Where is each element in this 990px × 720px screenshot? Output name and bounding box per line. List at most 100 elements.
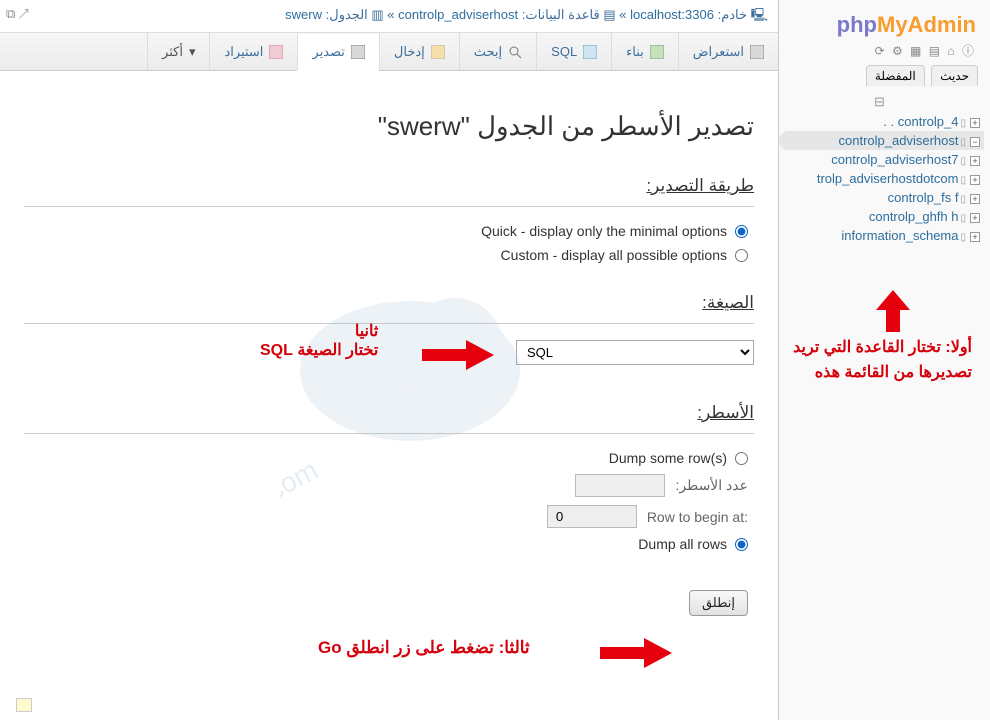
tab-insert[interactable]: إدخال bbox=[379, 33, 459, 70]
section-head-method: طريقة التصدير: bbox=[24, 176, 754, 196]
import-icon bbox=[269, 45, 283, 59]
browse-icon bbox=[750, 45, 764, 59]
expand-icon[interactable]: + bbox=[970, 118, 980, 128]
rows-count-input[interactable] bbox=[575, 474, 665, 497]
tab-export[interactable]: تصدير bbox=[297, 34, 379, 71]
radio-row-custom[interactable]: Custom - display all possible options bbox=[24, 243, 754, 267]
tree-row[interactable]: + ▯controlp_4 . . bbox=[779, 112, 984, 131]
tab-browse[interactable]: استعراض bbox=[678, 33, 778, 70]
tree-row[interactable]: +▯controlp_adviserhost7 bbox=[779, 150, 984, 169]
tree-row[interactable]: −▯controlp_adviserhost bbox=[779, 131, 984, 150]
bc-db[interactable]: controlp_adviserhost bbox=[398, 7, 518, 22]
tree-row[interactable]: +▯information_schema bbox=[779, 226, 984, 245]
db-icon: ▯ bbox=[960, 137, 966, 148]
annotation-step1-text: أولا: تختار القاعدة التي تريد تصديرها من… bbox=[792, 336, 972, 386]
rows-all-radio[interactable] bbox=[735, 538, 748, 551]
annot-mid-line1: ثانيا bbox=[260, 322, 378, 343]
tab-label: بناء bbox=[626, 44, 644, 60]
db-name[interactable]: controlp_ghfh h bbox=[869, 209, 959, 224]
expand-icon[interactable]: + bbox=[970, 175, 980, 185]
rows-count-label: عدد الأسطر: bbox=[675, 477, 748, 494]
tab-label: أكثر bbox=[162, 44, 183, 60]
bc-table[interactable]: swerw bbox=[285, 7, 322, 22]
db-tree: ⊟ +▯controlp_4 . . −▯controlp_adviserhos… bbox=[779, 88, 984, 245]
annot-mid-line2: تختار الصيغة SQL bbox=[260, 341, 378, 362]
sidebar-tab-recent[interactable]: حديث bbox=[931, 65, 978, 86]
method-custom-label: Custom - display all possible options bbox=[501, 247, 727, 263]
tab-label: SQL bbox=[551, 44, 577, 59]
db-name[interactable]: controlp_4 . . bbox=[883, 114, 958, 129]
expand-icon[interactable]: + bbox=[970, 194, 980, 204]
rows-count-row: عدد الأسطر: bbox=[24, 470, 754, 501]
tab-label: إدخال bbox=[394, 44, 425, 60]
breadcrumb: ↗ ⧉ 🖳 خادم: localhost:3306 » ▤ قاعدة الب… bbox=[0, 0, 778, 33]
method-quick-label: Quick - display only the minimal options bbox=[481, 223, 727, 239]
logo-php: php bbox=[837, 12, 877, 37]
server-icon: 🖳 bbox=[747, 7, 768, 22]
db-icon: ▤ bbox=[600, 7, 616, 22]
method-quick-radio[interactable] bbox=[735, 225, 748, 238]
bc-db-lbl: قاعدة البيانات: bbox=[522, 7, 600, 22]
bc-table-lbl: الجدول: bbox=[326, 7, 368, 22]
radio-row-quick[interactable]: Quick - display only the minimal options bbox=[24, 219, 754, 243]
tab-search[interactable]: إبحث bbox=[459, 33, 536, 70]
page-title: تصدير الأسطر من الجدول "swerw" bbox=[24, 111, 754, 142]
rows-begin-row: :Row to begin at bbox=[24, 501, 754, 532]
main-tabbar: استعراض بناء SQL إبحث إدخال تصدير استيرا… bbox=[0, 33, 778, 71]
annotation-step3-text: ثالثا: تضغط على زر انطلق Go bbox=[318, 638, 530, 658]
method-custom-radio[interactable] bbox=[735, 249, 748, 262]
db-name[interactable]: information_schema bbox=[841, 228, 958, 243]
annotation-arrow-right-icon bbox=[600, 638, 672, 668]
rows-begin-input[interactable] bbox=[547, 505, 637, 528]
rows-begin-label: :Row to begin at bbox=[647, 509, 748, 525]
tab-structure[interactable]: بناء bbox=[611, 33, 678, 70]
db-icon: ▯ bbox=[960, 194, 966, 205]
sidebar-tabs: المفضلة حديث bbox=[779, 59, 984, 88]
radio-row-some[interactable]: Dump some row(s) bbox=[24, 446, 754, 470]
annotation-step2-text: ثانيا تختار الصيغة SQL bbox=[260, 322, 378, 362]
sidebar-tab-favorites[interactable]: المفضلة bbox=[866, 65, 925, 86]
format-group: SQL bbox=[24, 323, 754, 385]
phpmyadmin-logo: phpMyAdmin bbox=[779, 6, 984, 42]
tab-label: استيراد bbox=[224, 44, 263, 60]
db-name[interactable]: controlp_adviserhost bbox=[839, 133, 959, 148]
rows-some-radio[interactable] bbox=[735, 452, 748, 465]
db-name[interactable]: controlp_fs f bbox=[888, 190, 959, 205]
tab-import[interactable]: استيراد bbox=[209, 33, 297, 70]
expand-icon[interactable]: − bbox=[970, 137, 980, 147]
tab-label: تصدير bbox=[312, 44, 345, 60]
expand-icon[interactable]: + bbox=[970, 156, 980, 166]
rows-all-label: Dump all rows bbox=[638, 536, 727, 552]
radio-row-all[interactable]: Dump all rows bbox=[24, 532, 754, 556]
window-icon[interactable]: ↗ ⧉ bbox=[6, 6, 29, 22]
rows-group: Dump some row(s) عدد الأسطر: :Row to beg… bbox=[24, 433, 754, 564]
table-icon: ▥ bbox=[368, 7, 384, 22]
tab-label: استعراض bbox=[693, 44, 744, 60]
db-icon: ▯ bbox=[960, 175, 966, 186]
go-button-row: إنطلق bbox=[24, 582, 754, 624]
bc-server[interactable]: localhost:3306 bbox=[630, 7, 714, 22]
format-select[interactable]: SQL bbox=[516, 340, 754, 365]
expand-icon[interactable]: + bbox=[970, 213, 980, 223]
db-icon: ▯ bbox=[960, 118, 966, 129]
db-name[interactable]: trolp_adviserhostdotcom bbox=[817, 171, 959, 186]
tab-more[interactable]: ▾ أكثر bbox=[147, 33, 209, 70]
expand-icon[interactable]: + bbox=[970, 232, 980, 242]
logo-myadmin: MyAdmin bbox=[877, 12, 976, 37]
tab-sql[interactable]: SQL bbox=[536, 33, 611, 70]
bc-server-lbl: خادم: bbox=[718, 7, 747, 22]
annotation-arrow-right-icon bbox=[422, 340, 494, 370]
insert-icon bbox=[431, 45, 445, 59]
tree-row[interactable]: + ▯trolp_adviserhostdotcom bbox=[779, 169, 984, 188]
db-icon: ▯ bbox=[960, 213, 966, 224]
section-head-format: الصيغة: bbox=[24, 293, 754, 313]
tree-row[interactable]: + ▯controlp_ghfh h bbox=[779, 207, 984, 226]
db-name[interactable]: controlp_adviserhost7 bbox=[831, 152, 958, 167]
go-button[interactable]: إنطلق bbox=[689, 590, 748, 616]
tree-row[interactable]: + ▯controlp_fs f bbox=[779, 188, 984, 207]
page-body: adviserhost.com تصدير الأسطر من الجدول "… bbox=[0, 71, 778, 636]
sidebar-quick-icons[interactable]: ⟳ ⚙ ▦ ▤ ⌂ ⓘ bbox=[779, 42, 984, 59]
console-toggle-icon[interactable] bbox=[16, 698, 32, 712]
annotation-arrow-up-icon bbox=[876, 290, 910, 332]
tree-collapse-icon[interactable]: ⊟ bbox=[874, 94, 885, 109]
